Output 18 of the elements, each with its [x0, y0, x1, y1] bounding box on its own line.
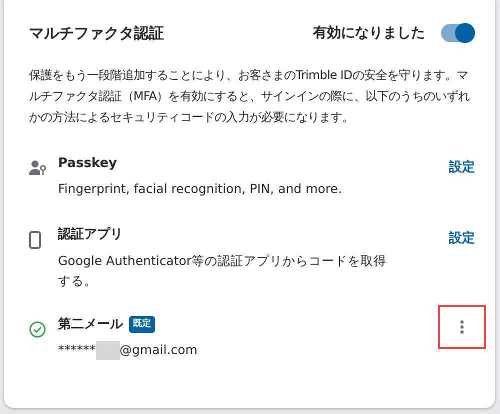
description-text: 保護をもう一段階追加することにより、お客さまのTrimble IDの安全を守ります。マルチファクタ認証（MFA）を有効にすると、サインインの際に、以下のうちのいずれかの方法によるセキュリティコードの入力が必要になります。 — [29, 66, 471, 126]
method-description: Fingerprint, facial recognition, PIN, and more. — [58, 180, 343, 198]
method-title: 認証アプリ — [58, 226, 123, 244]
status-label: 有効になりました — [313, 24, 425, 43]
setup-link[interactable]: 設定 — [449, 160, 475, 174]
email-text: ****** — [58, 341, 96, 359]
method-description: Google Authenticator等の認証アプリからコードを取得する。 — [58, 252, 388, 290]
method-title: 第二メール — [58, 316, 123, 334]
phone-icon — [29, 230, 41, 249]
redaction-block — [96, 340, 120, 360]
email-text: @gmail.com — [120, 341, 198, 359]
toggle-switch[interactable] — [441, 24, 475, 42]
method-title: Passkey — [58, 154, 118, 172]
check-circle-icon — [29, 320, 46, 338]
passkey-icon — [29, 160, 47, 176]
default-badge: 既定 — [129, 316, 155, 333]
setup-link[interactable]: 設定 — [449, 231, 475, 246]
section-title: マルチファクタ認証 — [29, 23, 164, 44]
